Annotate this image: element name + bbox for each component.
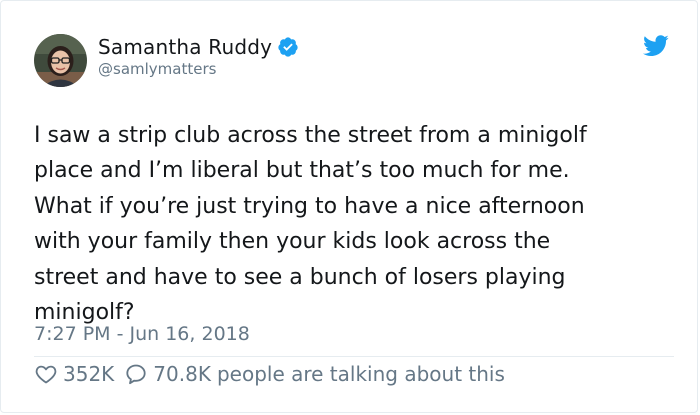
author-name-row[interactable]: Samantha Ruddy <box>98 34 299 60</box>
profile-photo <box>34 34 87 87</box>
like-button[interactable]: 352K <box>34 362 114 386</box>
engagement-bar: 352K 70.8K people are talking about this <box>34 361 505 387</box>
tweet-timestamp[interactable]: 7:27 PM - Jun 16, 2018 <box>34 323 250 345</box>
talking-label: people are talking about this <box>216 362 505 386</box>
tweet-card: Samantha Ruddy @samlymatters I saw a str… <box>0 0 698 413</box>
author-handle[interactable]: @samlymatters <box>98 60 216 78</box>
tweet-text: I saw a strip club across the street fro… <box>34 123 587 326</box>
author-display-name[interactable]: Samantha Ruddy <box>98 35 272 59</box>
heart-icon <box>35 365 57 384</box>
twitter-bird-icon[interactable] <box>643 35 669 57</box>
speech-bubble-icon <box>126 364 146 385</box>
reply-button[interactable]: 70.8K people are talking about this <box>124 362 505 386</box>
divider <box>34 356 674 357</box>
reply-count: 70.8K <box>153 362 211 386</box>
verified-badge-icon <box>278 37 298 57</box>
like-count: 352K <box>63 362 115 386</box>
avatar[interactable] <box>34 34 87 87</box>
